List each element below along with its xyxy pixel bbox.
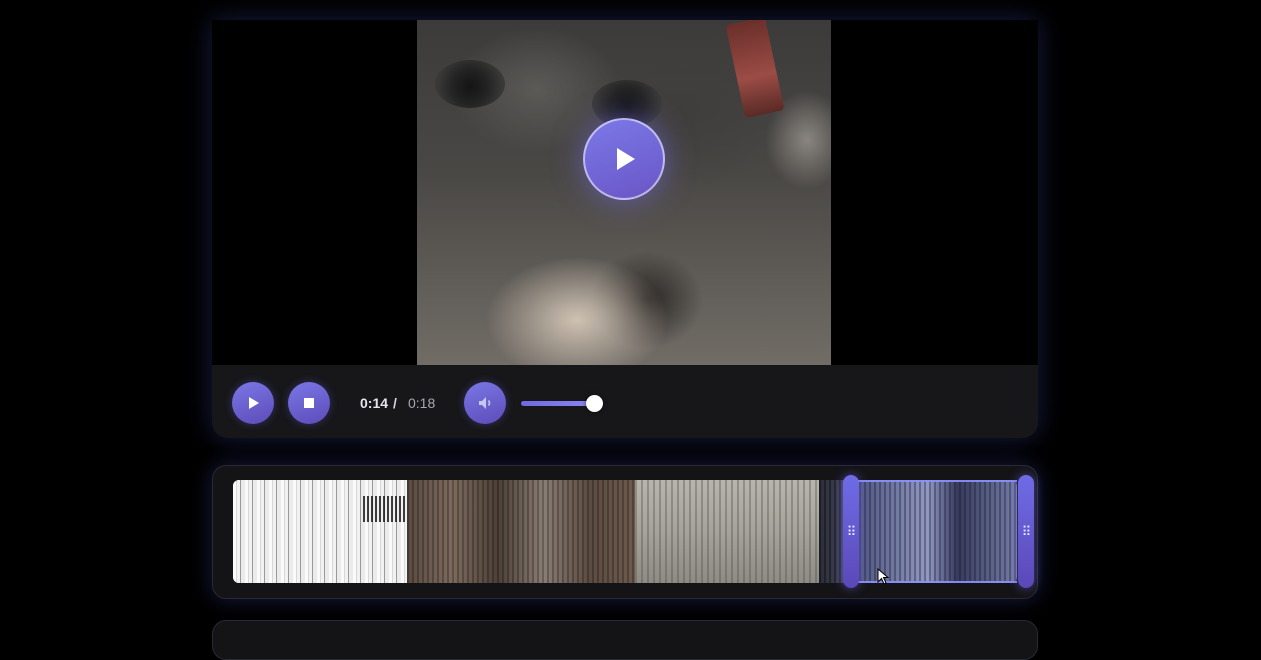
trim-timeline: ⠿ ⠿ [212, 465, 1038, 599]
drag-grip-icon: ⠿ [1022, 525, 1031, 538]
video-player: 0:14 / 0:18 [212, 20, 1038, 438]
play-icon [607, 142, 641, 176]
volume-slider-thumb[interactable] [586, 395, 603, 412]
stop-button[interactable] [288, 382, 330, 424]
controls-bar: 0:14 / 0:18 [212, 365, 1038, 438]
current-time: 0:14 [360, 395, 388, 411]
timeline-thumbnail [407, 480, 635, 583]
drag-grip-icon: ⠿ [847, 525, 856, 538]
speaker-icon [476, 394, 494, 412]
timeline-thumbnail-detail [363, 496, 407, 522]
timeline-thumbnail [635, 480, 819, 583]
play-button[interactable] [232, 382, 274, 424]
mute-button[interactable] [464, 382, 506, 424]
bottom-panel [212, 620, 1038, 660]
big-play-button[interactable] [583, 118, 665, 200]
collar-graphic [726, 20, 785, 118]
volume-slider-track[interactable] [521, 401, 595, 406]
play-icon [245, 395, 261, 411]
trim-start-handle[interactable]: ⠿ [843, 475, 859, 588]
stop-icon [302, 396, 316, 410]
cat-eye-left [435, 60, 505, 108]
time-separator: / [393, 395, 397, 411]
trim-end-handle[interactable]: ⠿ [1018, 475, 1034, 588]
mouse-cursor-icon [877, 568, 891, 586]
video-area[interactable] [212, 20, 1038, 365]
total-time: 0:18 [408, 395, 435, 411]
